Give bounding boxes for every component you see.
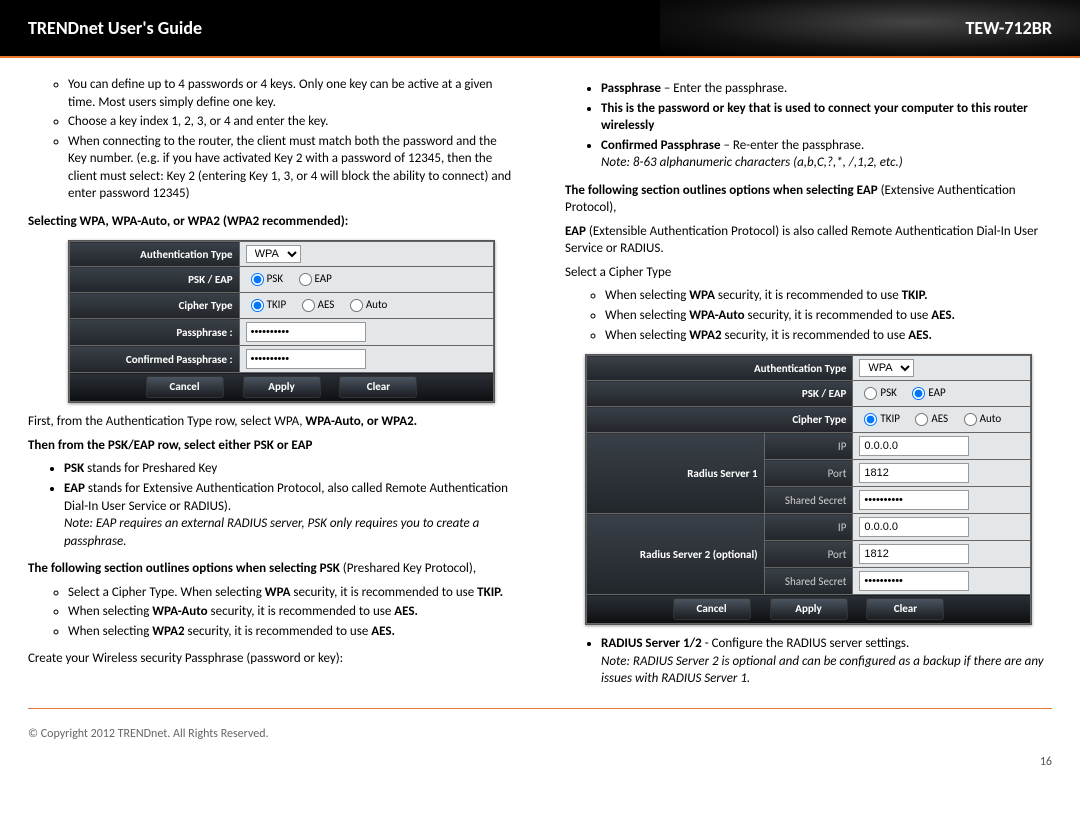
passphrase-label: Passphrase : bbox=[70, 319, 240, 346]
cancel-button[interactable]: Cancel bbox=[146, 376, 224, 398]
auto-radio[interactable] bbox=[964, 413, 977, 426]
psk-radio[interactable] bbox=[251, 273, 264, 286]
ss-label: Shared Secret bbox=[764, 487, 853, 514]
tkip-radio[interactable] bbox=[864, 413, 877, 426]
list-item: You can define up to 4 passwords or 4 ke… bbox=[68, 76, 515, 111]
list-item: Confirmed Passphrase – Re-enter the pass… bbox=[601, 137, 1052, 172]
radius2-port-input[interactable] bbox=[859, 544, 969, 564]
apply-button[interactable]: Apply bbox=[243, 376, 321, 398]
list-item: When selecting WPA2 security, it is reco… bbox=[68, 623, 515, 641]
page-number: 16 bbox=[0, 755, 1080, 769]
list-item: When selecting WPA security, it is recom… bbox=[605, 287, 1052, 305]
cipher-label: Cipher Type bbox=[70, 293, 240, 319]
confirm-passphrase-input[interactable] bbox=[246, 349, 366, 369]
select-cipher-text: Select a Cipher Type bbox=[565, 264, 1052, 282]
eap-radio[interactable] bbox=[299, 273, 312, 286]
port-label: Port bbox=[764, 460, 853, 487]
radius-list: RADIUS Server 1/2 - Configure the RADIUS… bbox=[565, 635, 1052, 688]
auth-type-select[interactable]: WPA bbox=[246, 245, 301, 263]
radius1-secret-input[interactable] bbox=[859, 490, 969, 510]
wpa-eap-dialog: Authentication Type WPA PSK / EAP PSK EA… bbox=[585, 354, 1032, 625]
ip-label: IP bbox=[764, 433, 853, 460]
cipher-list-right: When selecting WPA security, it is recom… bbox=[565, 287, 1052, 344]
port-label: Port bbox=[764, 541, 853, 568]
psk-section-heading: The following section outlines options w… bbox=[28, 560, 515, 578]
pskeap-label: PSK / EAP bbox=[587, 381, 853, 407]
guide-title: TRENDnet User's Guide bbox=[28, 17, 202, 39]
cipher-label: Cipher Type bbox=[587, 407, 853, 433]
pskeap-label: PSK / EAP bbox=[70, 267, 240, 293]
psk-eap-list: PSK stands for Preshared Key EAP stands … bbox=[28, 460, 515, 550]
radius1-label: Radius Server 1 bbox=[587, 433, 765, 514]
eap-section-heading: The following section outlines options w… bbox=[565, 182, 1052, 217]
right-column: Passphrase – Enter the passphrase. This … bbox=[565, 76, 1052, 698]
tkip-radio[interactable] bbox=[251, 299, 264, 312]
passphrase-input[interactable] bbox=[246, 322, 366, 342]
clear-button[interactable]: Clear bbox=[866, 598, 944, 620]
ip-label: IP bbox=[764, 514, 853, 541]
list-item: Choose a key index 1, 2, 3, or 4 and ent… bbox=[68, 113, 515, 131]
list-item: Select a Cipher Type. When selecting WPA… bbox=[68, 584, 515, 602]
radius2-ip-input[interactable] bbox=[859, 517, 969, 537]
model-number: TEW-712BR bbox=[965, 17, 1052, 39]
psk-radio[interactable] bbox=[864, 387, 877, 400]
radius1-ip-input[interactable] bbox=[859, 436, 969, 456]
list-item: RADIUS Server 1/2 - Configure the RADIUS… bbox=[601, 635, 1052, 688]
list-item: PSK stands for Preshared Key bbox=[64, 460, 515, 478]
heading-psk-eap: Then from the PSK/EAP row, select either… bbox=[28, 438, 312, 453]
cancel-button[interactable]: Cancel bbox=[673, 598, 751, 620]
heading-select-wpa: Selecting WPA, WPA-Auto, or WPA2 (WPA2 r… bbox=[28, 214, 348, 229]
eap-radio[interactable] bbox=[912, 387, 925, 400]
after-dialog-text: First, from the Authentication Type row,… bbox=[28, 413, 515, 431]
confirm-passphrase-label: Confirmed Passphrase : bbox=[70, 346, 240, 373]
list-item: When selecting WPA-Auto security, it is … bbox=[68, 603, 515, 621]
auto-radio[interactable] bbox=[350, 299, 363, 312]
create-passphrase-text: Create your Wireless security Passphrase… bbox=[28, 650, 515, 668]
cipher-list: Select a Cipher Type. When selecting WPA… bbox=[28, 584, 515, 641]
radius1-port-input[interactable] bbox=[859, 463, 969, 483]
auth-type-label: Authentication Type bbox=[70, 242, 240, 267]
list-item: When selecting WPA-Auto security, it is … bbox=[605, 307, 1052, 325]
aes-radio[interactable] bbox=[915, 413, 928, 426]
list-item: Passphrase – Enter the passphrase. bbox=[601, 80, 1052, 98]
passphrase-list: Passphrase – Enter the passphrase. This … bbox=[565, 80, 1052, 172]
clear-button[interactable]: Clear bbox=[339, 376, 417, 398]
list-item: EAP stands for Extensive Authentication … bbox=[64, 480, 515, 550]
list-item: When selecting WPA2 security, it is reco… bbox=[605, 327, 1052, 345]
list-item: This is the password or key that is used… bbox=[601, 100, 1052, 135]
left-column: You can define up to 4 passwords or 4 ke… bbox=[28, 76, 515, 698]
eap-desc: EAP (Extensible Authentication Protocol)… bbox=[565, 223, 1052, 258]
radius2-label: Radius Server 2 (optional) bbox=[587, 514, 765, 595]
page-header: TRENDnet User's Guide TEW-712BR bbox=[0, 0, 1080, 58]
list-item: When connecting to the router, the clien… bbox=[68, 133, 515, 203]
ss-label: Shared Secret bbox=[764, 568, 853, 595]
key-intro-list: You can define up to 4 passwords or 4 ke… bbox=[28, 76, 515, 203]
apply-button[interactable]: Apply bbox=[770, 598, 848, 620]
auth-type-label: Authentication Type bbox=[587, 356, 853, 381]
aes-radio[interactable] bbox=[302, 299, 315, 312]
wpa-psk-dialog: Authentication Type WPA PSK / EAP PSK EA… bbox=[68, 240, 495, 403]
page-body: You can define up to 4 passwords or 4 ke… bbox=[0, 58, 1080, 708]
footer-copyright: © Copyright 2012 TRENDnet. All Rights Re… bbox=[0, 717, 1080, 755]
footer-divider bbox=[28, 708, 1052, 709]
radius2-secret-input[interactable] bbox=[859, 571, 969, 591]
auth-type-select[interactable]: WPA bbox=[859, 359, 914, 377]
